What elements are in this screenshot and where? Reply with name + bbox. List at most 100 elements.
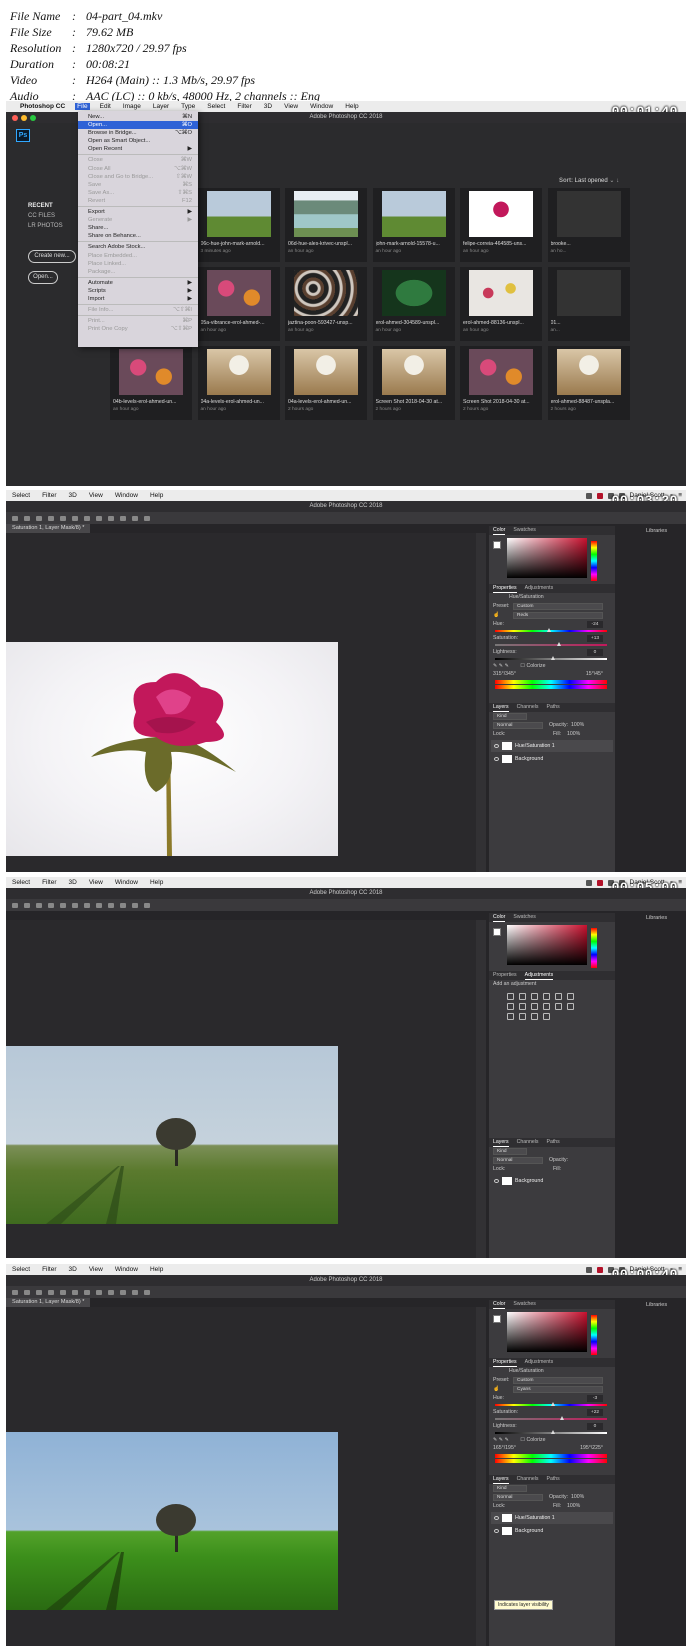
document-tab[interactable]: Saturation 1, Layer Mask/8) * [6,524,91,533]
adjustment-icon[interactable] [531,1003,538,1010]
file-menu-item[interactable]: Scripts ▶ [78,287,198,295]
hue-value[interactable]: -24 [587,621,603,628]
menu-select[interactable]: Select [10,492,32,499]
toolbar-tool-icon[interactable] [108,515,114,521]
saturation-slider-knob[interactable] [559,1416,564,1420]
toolbar-tool-icon[interactable] [132,1289,138,1295]
menu-select[interactable]: Select [10,879,32,886]
menu-window[interactable]: Window [113,492,140,499]
menu-filter[interactable]: Filter [40,492,58,499]
range-rainbow-bar[interactable] [495,1454,607,1458]
hue-strip[interactable] [591,928,597,968]
tray-icon[interactable] [585,492,592,499]
recent-file-tile[interactable]: john-mark-arnold-15578-u... an hour ago [372,188,455,262]
adjustment-icon[interactable] [555,1003,562,1010]
fill-value[interactable]: 100% [567,1502,580,1511]
recent-file-tile[interactable]: erol-ahmed-88136-unspl... an hour ago [460,267,542,341]
menu-filter[interactable]: Filter [235,103,253,110]
toolbar-tool-icon[interactable] [108,902,114,908]
tab-properties[interactable]: Properties [493,971,517,980]
lightness-slider[interactable] [495,656,607,660]
layer-row[interactable]: Hue/Saturation 1 [491,740,613,752]
menu-select[interactable]: Select [205,103,227,110]
file-menu-item[interactable]: Automate ▶ [78,279,198,287]
tab-swatches[interactable]: Swatches [513,526,536,535]
menu-window[interactable]: Window [113,879,140,886]
tab-swatches[interactable]: Swatches [513,1300,536,1309]
toolbar-tool-icon[interactable] [48,902,54,908]
recent-file-tile[interactable]: jaztina-poon-593427-unsp... an hour ago [285,267,367,341]
tab-channels[interactable]: Channels [517,703,539,712]
adjustment-icon[interactable] [543,1003,550,1010]
channel-select[interactable]: Cyans [513,1386,603,1393]
adjustment-icon[interactable] [507,993,514,1000]
toolbar-tool-icon[interactable] [12,515,18,521]
kind-filter-select[interactable]: Kind [493,1148,527,1155]
libraries-tab[interactable]: Libraries [646,915,667,921]
document-tab[interactable]: Saturation 1, Layer Mask/8) * [6,1298,91,1307]
toolbar-tool-icon[interactable] [84,515,90,521]
adjustment-icon[interactable] [519,1003,526,1010]
toolbar-tool-icon[interactable] [96,902,102,908]
layer-row[interactable]: Background [491,1175,613,1187]
tab-properties[interactable]: Properties [493,1358,517,1367]
colorize-checkbox[interactable]: ☐ [520,663,525,669]
hue-slider[interactable] [495,1402,607,1406]
toolbar-tool-icon[interactable] [72,1289,78,1295]
zoom-window-icon[interactable] [30,115,36,121]
tab-color[interactable]: Color [493,913,506,922]
menu-window[interactable]: Window [308,103,335,110]
vertical-scrollbar[interactable] [476,920,486,1258]
adjustment-icon[interactable] [567,1003,574,1010]
open-button[interactable]: Open... [28,271,58,284]
tab-properties[interactable]: Properties [493,584,517,593]
menu-3d[interactable]: 3D [67,1266,79,1273]
hue-slider[interactable] [495,628,607,632]
colorize-checkbox[interactable]: ☐ [520,1437,525,1443]
sidebar-item-cc-files[interactable]: CC FILES [28,211,63,221]
field-photo[interactable] [6,1432,338,1610]
toolbar-tool-icon[interactable] [84,1289,90,1295]
recent-file-tile[interactable]: brooke... an ho... [547,188,630,262]
file-menu-item[interactable]: Share on Behance... [78,232,198,240]
fill-value[interactable]: 100% [567,730,580,739]
tab-adjustments[interactable]: Adjustments [525,1358,554,1367]
hue-strip[interactable] [591,1315,597,1355]
record-icon[interactable] [596,492,603,499]
toolbar-tool-icon[interactable] [96,515,102,521]
tray-icon[interactable] [585,879,592,886]
tray-icon[interactable] [585,1266,592,1273]
eyedropper-icon[interactable]: ✎ ✎ ✎ [493,663,509,669]
toolbar-tool-icon[interactable] [12,1289,18,1295]
saturation-value[interactable]: +22 [587,1409,603,1416]
toolbar-tool-icon[interactable] [48,1289,54,1295]
range-rainbow-bar[interactable] [495,680,607,684]
menu-3d[interactable]: 3D [262,103,274,110]
recent-file-tile[interactable]: erol-ahmed-88487-unspla... 2 hours ago [547,346,630,420]
adjustment-icon[interactable] [531,1013,538,1020]
recent-file-tile[interactable]: 05a-vibrance-erol-ahmed-... an hour ago [197,267,280,341]
menu-help[interactable]: Help [148,1266,165,1273]
file-menu-item[interactable]: Browse in Bridge... ⌥⌘O [78,129,198,137]
toolbar-tool-icon[interactable] [108,1289,114,1295]
foreground-color-swatch[interactable] [493,1315,501,1323]
preset-select[interactable]: Custom [513,603,603,610]
file-menu-item[interactable]: Share... [78,224,198,232]
color-picker[interactable] [489,1312,615,1358]
toolbar-tool-icon[interactable] [144,515,150,521]
adjustment-icon[interactable] [519,993,526,1000]
tab-paths[interactable]: Paths [547,1475,560,1484]
kind-filter-select[interactable]: Kind [493,1485,527,1492]
menu-photoshop-cc[interactable]: Photoshop CC [18,103,67,110]
lightness-slider[interactable] [495,1430,607,1434]
toolbar-tool-icon[interactable] [120,1289,126,1295]
tab-layers[interactable]: Layers [493,1475,509,1484]
toolbar-tool-icon[interactable] [120,515,126,521]
menu-edit[interactable]: Edit [98,103,113,110]
toolbar-tool-icon[interactable] [36,1289,42,1295]
hand-tool-icon[interactable]: ☝ [493,612,499,618]
adjustment-icon[interactable] [531,993,538,1000]
file-menu-item[interactable]: Open Recent ▶ [78,145,198,153]
menu-view[interactable]: View [282,103,300,110]
file-menu-item[interactable]: Open as Smart Object... [78,137,198,145]
